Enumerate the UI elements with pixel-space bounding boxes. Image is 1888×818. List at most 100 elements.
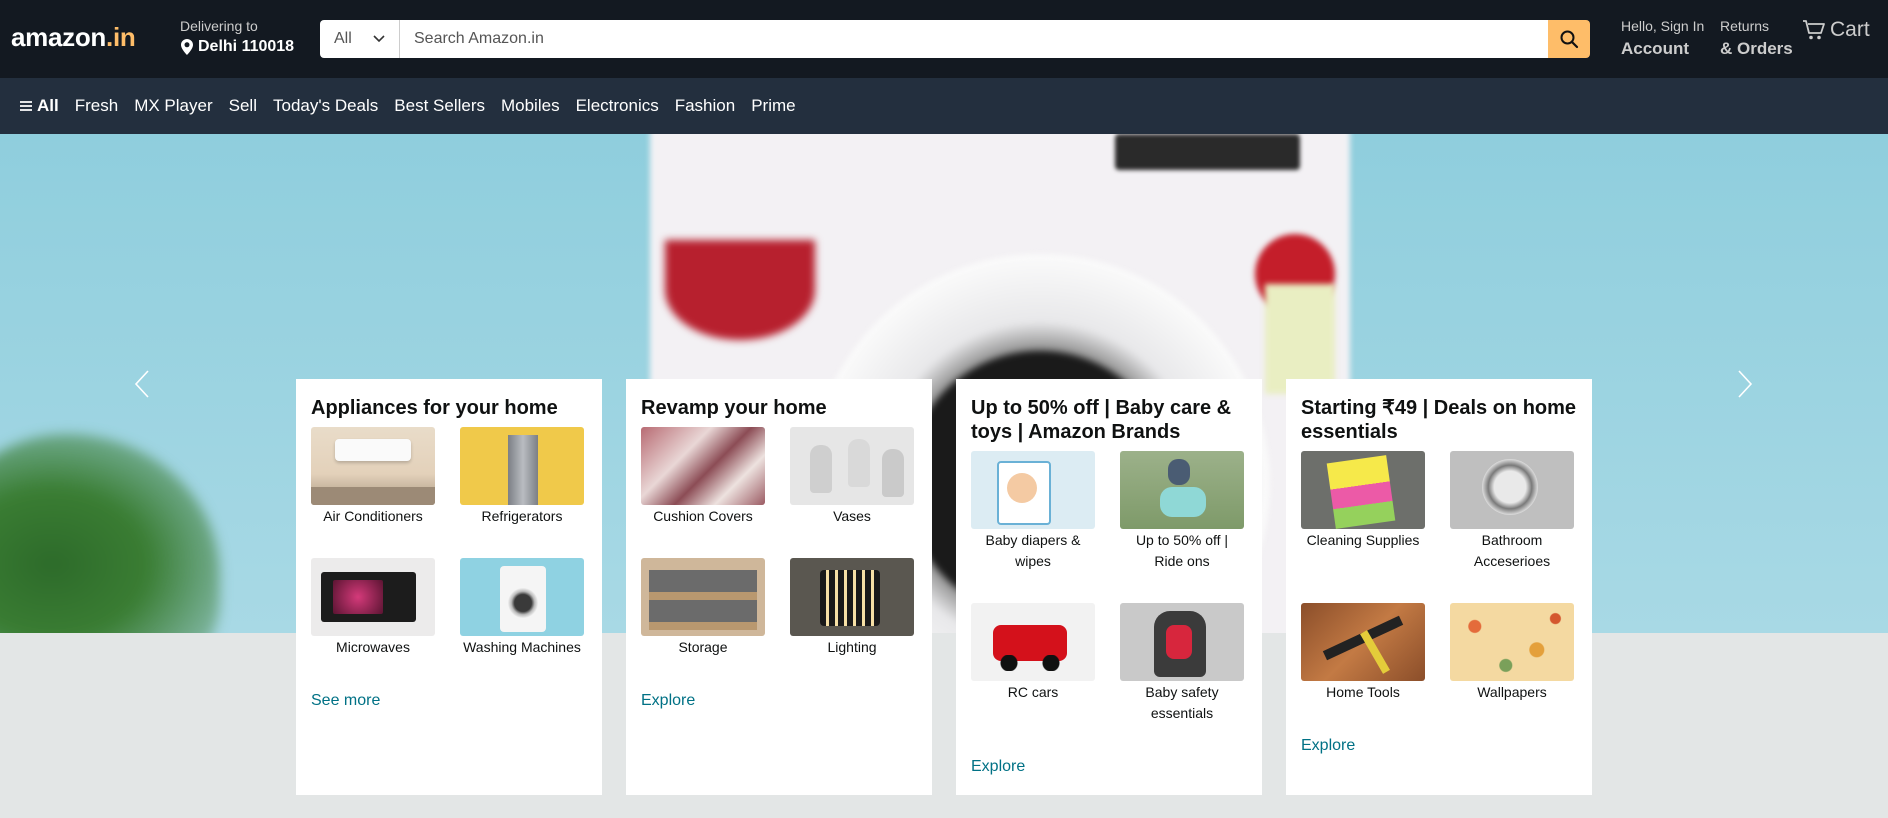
- logo-main: amazon: [11, 22, 107, 52]
- returns-label: Returns: [1720, 18, 1770, 34]
- tile-caption: Storage: [678, 639, 728, 655]
- cleaning-supplies-image: [1301, 451, 1425, 529]
- tile-caption: Air Conditioners: [323, 508, 423, 524]
- top-header: amazon.in Delivering to Delhi 110018 All…: [0, 0, 1888, 78]
- tile-baby-diapers[interactable]: Baby diapers & wipes: [971, 451, 1095, 603]
- tile-caption: Microwaves: [336, 639, 410, 655]
- hero-carousel[interactable]: [0, 134, 1888, 633]
- tile-caption: Home Tools: [1326, 684, 1400, 700]
- tile-caption: Vases: [833, 508, 871, 524]
- hero-control-panel: [1115, 134, 1300, 170]
- cushion-image: [641, 427, 765, 505]
- search-bar: All: [320, 20, 1590, 58]
- carousel-next-button[interactable]: [1730, 364, 1760, 404]
- search-input[interactable]: [400, 20, 1548, 58]
- tile-ride-ons[interactable]: Up to 50% off | Ride ons: [1120, 451, 1244, 603]
- magnifier-icon: [1560, 30, 1579, 49]
- nav-link-prime[interactable]: Prime: [751, 96, 795, 116]
- secondary-nav: All Fresh MX Player Sell Today's Deals B…: [0, 78, 1888, 134]
- lighting-image: [790, 558, 914, 636]
- nav-link-mobiles[interactable]: Mobiles: [501, 96, 560, 116]
- location-pin-icon: [181, 39, 193, 55]
- all-menu-label: All: [37, 96, 59, 115]
- tile-refrigerators[interactable]: Refrigerators: [460, 427, 584, 558]
- amazon-logo[interactable]: amazon.in: [11, 22, 136, 53]
- nav-link-fashion[interactable]: Fashion: [675, 96, 735, 116]
- tile-air-conditioners[interactable]: Air Conditioners: [311, 427, 435, 558]
- card-appliances: Appliances for your home Air Conditioner…: [296, 379, 602, 795]
- nav-link-electronics[interactable]: Electronics: [576, 96, 659, 116]
- tile-caption: Baby safety essentials: [1145, 684, 1219, 721]
- account-greeting: Hello, Sign In: [1621, 18, 1705, 34]
- card-grid: Baby diapers & wipes Up to 50% off | Rid…: [971, 451, 1247, 755]
- card-grid: Cushion Covers Vases Storage Lighting: [641, 427, 917, 689]
- all-menu-button[interactable]: All: [20, 96, 59, 116]
- cart-link[interactable]: Cart: [1802, 18, 1870, 42]
- rc-car-image: [971, 603, 1095, 681]
- nav-link-sell[interactable]: Sell: [229, 96, 257, 116]
- delivering-location-text: Delhi 110018: [198, 38, 295, 55]
- tile-cleaning-supplies[interactable]: Cleaning Supplies: [1301, 451, 1425, 603]
- tile-caption: Refrigerators: [481, 508, 563, 524]
- tile-caption: Washing Machines: [463, 639, 581, 655]
- home-tools-image: [1301, 603, 1425, 681]
- tile-caption: Lighting: [827, 639, 877, 655]
- tile-bathroom-accessories[interactable]: Bathroom Acceserioes: [1450, 451, 1574, 603]
- tile-caption: Cushion Covers: [653, 508, 753, 524]
- see-more-link[interactable]: See more: [311, 692, 380, 710]
- explore-link[interactable]: Explore: [641, 692, 695, 710]
- wallpaper-image: [1450, 603, 1574, 681]
- tile-microwaves[interactable]: Microwaves: [311, 558, 435, 689]
- card-title: Starting ₹49 | Deals on home essentials: [1301, 397, 1577, 443]
- card-grid: Cleaning Supplies Bathroom Acceserioes H…: [1301, 451, 1577, 734]
- nav-link-todays-deals[interactable]: Today's Deals: [273, 96, 378, 116]
- nav-link-mx-player[interactable]: MX Player: [134, 96, 212, 116]
- tile-lighting[interactable]: Lighting: [790, 558, 914, 689]
- tile-baby-safety[interactable]: Baby safety essentials: [1120, 603, 1244, 755]
- cart-label: Cart: [1830, 18, 1870, 41]
- card-title: Appliances for your home: [311, 397, 558, 419]
- account-label: Account: [1621, 39, 1689, 58]
- tile-wallpapers[interactable]: Wallpapers: [1450, 603, 1574, 734]
- tile-caption: Baby diapers & wipes: [985, 532, 1081, 569]
- nav-link-fresh[interactable]: Fresh: [75, 96, 118, 116]
- explore-link[interactable]: Explore: [1301, 737, 1355, 755]
- microwave-image: [311, 558, 435, 636]
- explore-link[interactable]: Explore: [971, 758, 1025, 776]
- tile-washing-machines[interactable]: Washing Machines: [460, 558, 584, 689]
- air-conditioner-image: [311, 427, 435, 505]
- tile-cushion-covers[interactable]: Cushion Covers: [641, 427, 765, 558]
- tile-vases[interactable]: Vases: [790, 427, 914, 558]
- search-category-value: All: [334, 30, 352, 47]
- refrigerator-image: [460, 427, 584, 505]
- diapers-image: [971, 451, 1095, 529]
- delivery-location[interactable]: Delivering to Delhi 110018: [180, 18, 294, 56]
- logo-tld: .in: [106, 22, 136, 52]
- card-title: Revamp your home: [641, 397, 827, 419]
- storage-image: [641, 558, 765, 636]
- tile-home-tools[interactable]: Home Tools: [1301, 603, 1425, 734]
- account-menu[interactable]: Hello, Sign In Account: [1621, 18, 1704, 59]
- hamburger-icon: [20, 101, 32, 111]
- tile-caption: Wallpapers: [1477, 684, 1547, 700]
- tile-caption: Cleaning Supplies: [1306, 532, 1420, 548]
- chevron-left-icon: [134, 370, 149, 398]
- chevron-down-icon: [373, 35, 385, 43]
- hero-sticker: [1265, 284, 1335, 394]
- vases-image: [790, 427, 914, 505]
- car-seat-image: [1120, 603, 1244, 681]
- delivering-label: Delivering to: [180, 18, 258, 34]
- search-category-select[interactable]: All: [320, 20, 400, 58]
- tile-caption: Up to 50% off | Ride ons: [1135, 532, 1229, 569]
- hero-plant: [0, 434, 220, 633]
- tile-storage[interactable]: Storage: [641, 558, 765, 689]
- hero-brand-badge: [665, 240, 815, 340]
- tile-rc-cars[interactable]: RC cars: [971, 603, 1095, 755]
- carousel-prev-button[interactable]: [127, 364, 157, 404]
- nav-link-best-sellers[interactable]: Best Sellers: [394, 96, 485, 116]
- shower-image: [1450, 451, 1574, 529]
- returns-orders-link[interactable]: Returns & Orders: [1720, 18, 1793, 59]
- card-grid: Air Conditioners Refrigerators Microwave…: [311, 427, 587, 689]
- search-button[interactable]: [1548, 20, 1590, 58]
- cart-icon: [1803, 20, 1825, 40]
